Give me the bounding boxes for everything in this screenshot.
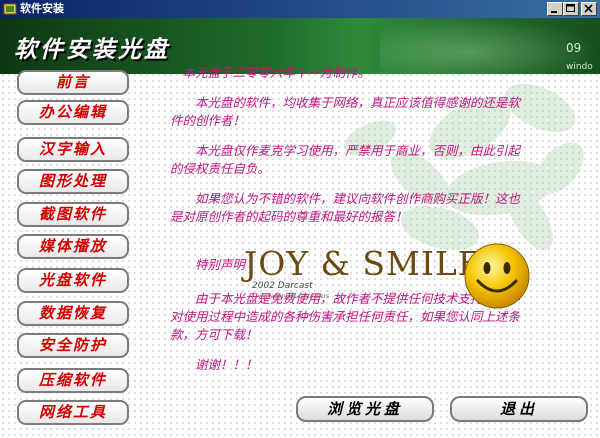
intro-paragraph: 本光盘于二零零六年十一月制作。 [182,65,371,80]
menu-item-network[interactable]: 网络工具 [17,400,129,425]
header-mark: 09 [566,41,582,55]
title-bar[interactable]: 软件安装 [0,0,600,18]
intro-paragraph: 如果您认为不错的软件，建议向软件创作商购买正版！这也是对原创作者的起码的尊重和最… [170,191,521,224]
intro-paragraph: 谢谢！！！ [195,357,258,372]
close-icon [584,4,593,13]
close-button[interactable] [581,2,597,16]
exit-button[interactable]: 退出 [450,396,588,422]
header-title: 软件安装光盘 [14,36,170,63]
menu-item-disc[interactable]: 光盘软件 [17,268,129,293]
menu-item-input[interactable]: 汉字输入 [17,137,129,162]
maximize-icon [566,4,575,12]
menu-item-security[interactable]: 安全防护 [17,333,129,358]
main-panel: 软件安装光盘 09 windo 前言 办公编辑 汉字输入 图形处理 截图软件 媒… [0,18,600,438]
smiley-icon [464,243,530,309]
header-sub: windo [566,62,593,72]
menu-item-screenshot[interactable]: 截图软件 [17,202,129,227]
minimize-button[interactable] [547,2,563,16]
menu-item-preface[interactable]: 前言 [17,70,129,95]
logo-url: www.darcast.com/users [258,293,330,300]
minimize-icon [551,11,557,13]
browse-disc-button[interactable]: 浏览光盘 [296,396,434,422]
intro-text: 本光盘于二零零六年十一月制作。 本光盘的软件，均收集于网络，真正应该值得感谢的还… [170,64,530,386]
intro-paragraph: 本光盘的软件，均收集于网络，真正应该值得感谢的还是软件的创作者！ [170,95,521,128]
menu-item-compress[interactable]: 压缩软件 [17,368,129,393]
window-title: 软件安装 [20,2,64,15]
intro-paragraph: 本光盘仅作麦克学习使用，严禁用于商业，否则，由此引起的侵权责任自负。 [170,143,521,176]
menu-item-recovery[interactable]: 数据恢复 [17,301,129,326]
maximize-button[interactable] [563,2,579,16]
app-icon [3,2,17,16]
menu-item-office[interactable]: 办公编辑 [17,100,129,125]
menu-item-media[interactable]: 媒体播放 [17,234,129,259]
menu-item-graphics[interactable]: 图形处理 [17,169,129,194]
logo-sub: 2002 Darcast [252,281,313,291]
